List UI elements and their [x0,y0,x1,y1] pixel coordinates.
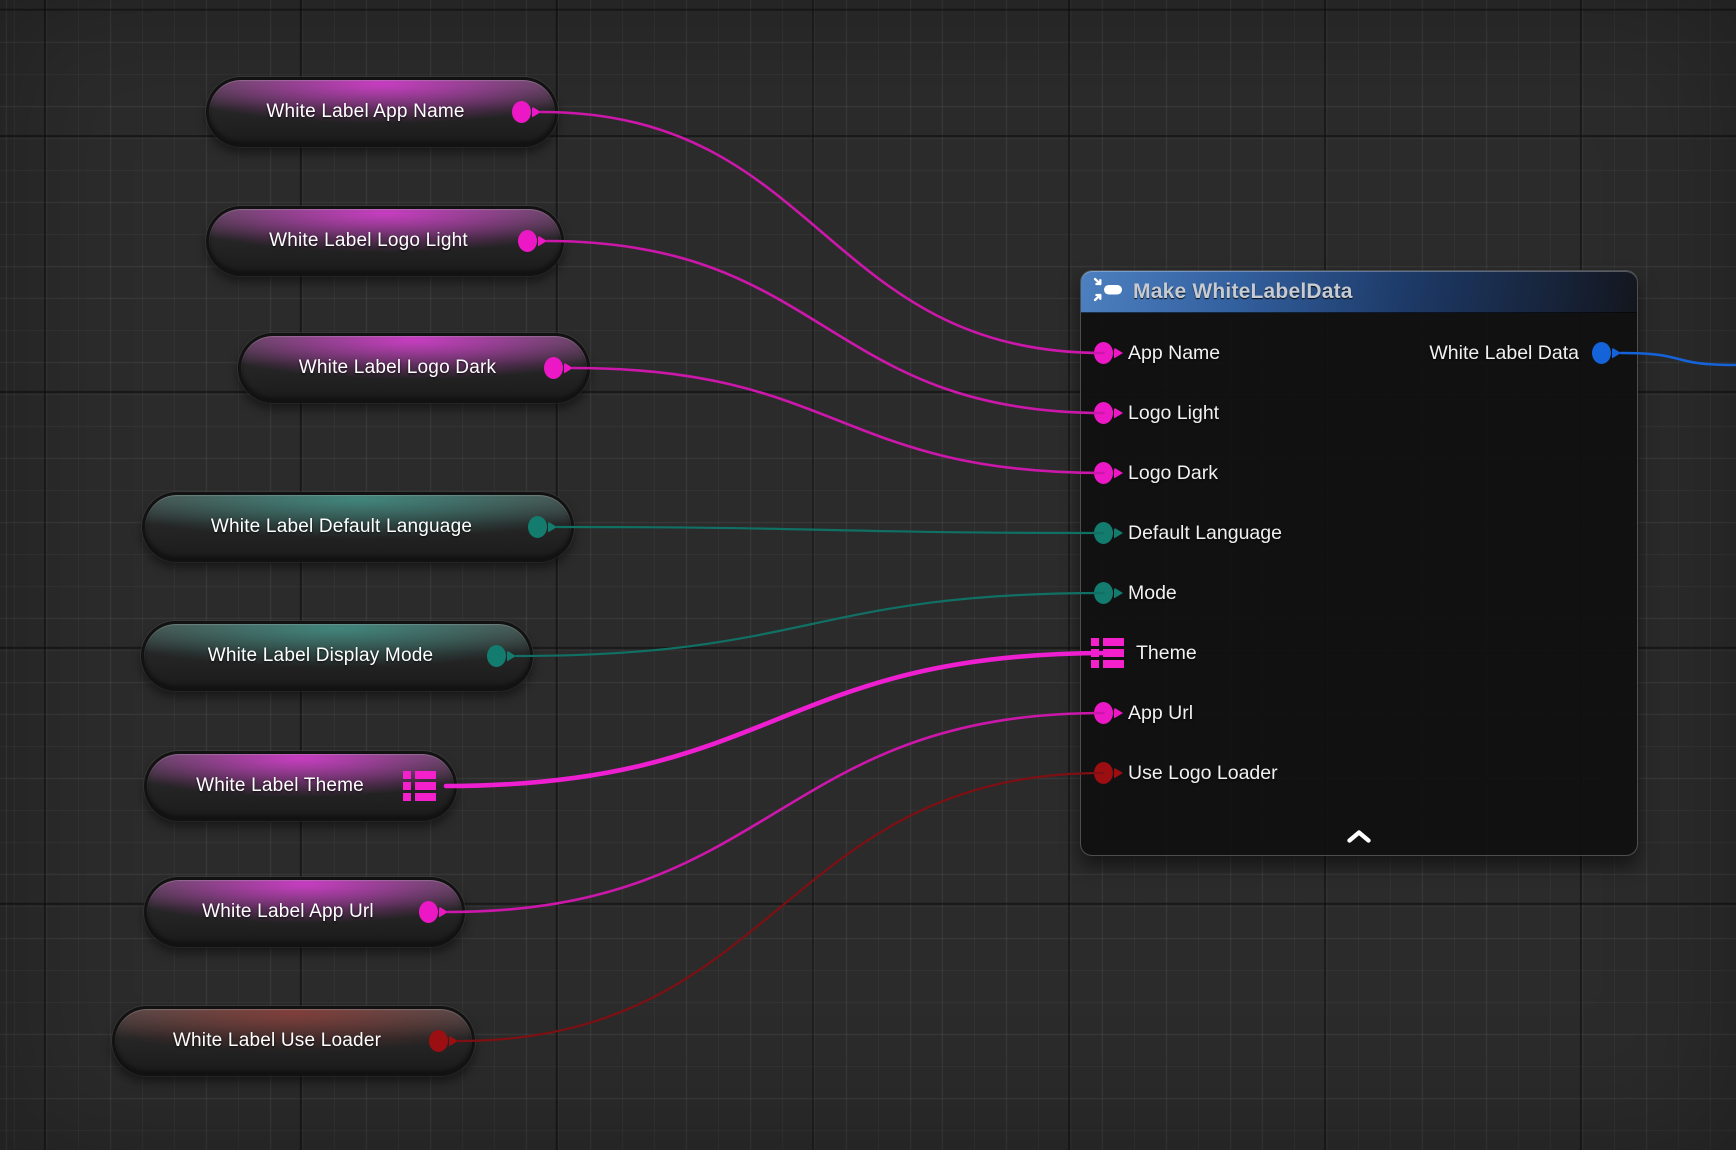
getter-label: White Label Display Mode [164,645,487,667]
input-pin-row: App Url [1081,683,1637,743]
getter-node-white-label-logo-dark[interactable]: White Label Logo Dark [238,333,590,403]
wire-white-label-logo-light[interactable] [547,241,1104,413]
getter-node-white-label-app-url[interactable]: White Label App Url [144,877,465,947]
getter-label: White Label Default Language [165,516,528,538]
bool-output-pin[interactable] [429,1030,448,1052]
wire-white-label-use-loader[interactable] [458,773,1104,1041]
pin-label: Logo Dark [1128,462,1218,485]
make-struct-icon [1093,277,1123,307]
getter-node-white-label-display-mode[interactable]: White Label Display Mode [141,621,533,691]
string-output-pin[interactable] [518,230,537,252]
output-pin-row: White Label Data [1429,323,1611,383]
getter-label: White Label Use Loader [135,1030,429,1052]
pin-label: Use Logo Loader [1128,762,1278,785]
blueprint-canvas[interactable]: White Label App Name White Label Logo Li… [0,0,1736,1150]
input-pin-row: Default Language [1081,503,1637,563]
getter-label: White Label App Name [229,101,512,123]
pin-label: App Url [1128,702,1193,725]
getter-node-white-label-use-loader[interactable]: White Label Use Loader [112,1006,475,1076]
enum-output-pin[interactable] [487,645,506,667]
pin-label: Theme [1136,642,1197,665]
enum-output-pin[interactable] [528,516,547,538]
wire-white-label-data[interactable] [1621,353,1736,365]
wire-white-label-logo-dark[interactable] [573,368,1104,473]
input-pin-row: Mode [1081,563,1637,623]
getter-node-white-label-app-name[interactable]: White Label App Name [206,77,558,147]
wire-white-label-default-language[interactable] [557,527,1104,533]
string-output-pin[interactable] [544,357,563,379]
pin-label: White Label Data [1429,342,1579,365]
getter-label: White Label Logo Light [229,230,518,252]
input-pin-row: Logo Light [1081,383,1637,443]
input-pin-row: Theme [1081,623,1637,683]
input-pin-row: Logo Dark [1081,443,1637,503]
pin-label: Logo Light [1128,402,1219,425]
pin-label: Mode [1128,582,1177,605]
getter-node-white-label-theme[interactable]: White Label Theme [144,751,457,821]
object-output-pin[interactable] [1592,342,1611,364]
make-whitelabeldata-node[interactable]: Make WhiteLabelData App Name Logo Light … [1080,270,1638,856]
input-pin-row: Use Logo Loader [1081,743,1637,803]
wire-white-label-app-url[interactable] [448,713,1104,912]
getter-label: White Label Theme [167,775,403,797]
node-header[interactable]: Make WhiteLabelData [1081,271,1637,313]
pin-label: App Name [1128,342,1220,365]
pin-label: Default Language [1128,522,1282,545]
wire-white-label-display-mode[interactable] [516,593,1104,656]
chevron-up-icon [1346,830,1372,843]
node-title: Make WhiteLabelData [1133,280,1353,304]
getter-node-white-label-logo-light[interactable]: White Label Logo Light [206,206,564,276]
string-output-pin[interactable] [419,901,438,923]
getter-label: White Label Logo Dark [261,357,544,379]
struct-output-pin[interactable] [403,771,436,801]
string-output-pin[interactable] [512,101,531,123]
collapse-node-button[interactable] [1337,825,1381,847]
wire-white-label-app-name[interactable] [541,112,1104,353]
getter-label: White Label App Url [167,901,419,923]
getter-node-white-label-default-language[interactable]: White Label Default Language [142,492,574,562]
